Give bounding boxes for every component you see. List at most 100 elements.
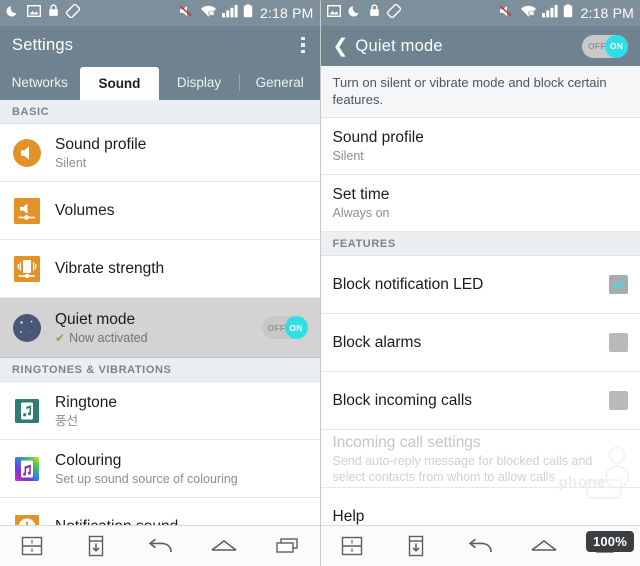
list-item-subtitle: Now activated: [69, 330, 148, 345]
list-item-sound-profile[interactable]: Sound profile Silent: [320, 118, 640, 175]
check-icon: ✔: [55, 330, 66, 345]
dual-window-icon[interactable]: [331, 531, 373, 561]
quiet-mode-master-toggle[interactable]: OFF ON: [582, 34, 628, 58]
vibrate-strength-icon: [12, 254, 42, 284]
list-item-colouring[interactable]: Colouring Set up sound source of colouri…: [0, 440, 320, 498]
moon-icon: [6, 4, 20, 23]
status-right-icons: 2:18 PM: [498, 3, 634, 23]
list-item-help[interactable]: Help: [320, 488, 640, 526]
list-item-text: Set time Always on: [333, 185, 629, 221]
toggle-off-label: OFF: [588, 41, 606, 51]
sound-profile-icon: [12, 138, 42, 168]
list-item-text: Block notification LED: [333, 275, 610, 294]
wifi-secure-icon: [520, 4, 537, 23]
rotation-lock-icon: [386, 3, 401, 23]
list-item-text: Vibrate strength: [55, 259, 308, 278]
home-icon[interactable]: [203, 531, 245, 561]
volumes-icon: [12, 196, 42, 226]
left-phone-screen: 2:18 PM Settings Networks Sound Display …: [0, 0, 320, 566]
list-item-ringtone[interactable]: Ringtone 풍선: [0, 382, 320, 440]
check-icon: [612, 279, 625, 290]
list-item-title: Block notification LED: [332, 276, 484, 293]
mute-icon: [178, 4, 195, 23]
list-item-subtitle: 풍선: [55, 413, 79, 428]
list-item-subtitle: Send auto-reply message for blocked call…: [332, 453, 593, 484]
list-item-subtitle: Silent: [332, 149, 364, 163]
dual-window-icon[interactable]: [11, 531, 53, 561]
list-item-subtitle: Silent: [55, 155, 87, 170]
list-item-title: Vibrate strength: [55, 260, 165, 277]
list-item-title: Block incoming calls: [332, 392, 473, 409]
list-item-notification-sound[interactable]: Notification sound: [0, 498, 320, 525]
list-item-text: Colouring Set up sound source of colouri…: [55, 451, 308, 487]
back-icon[interactable]: [139, 531, 181, 561]
list-item-title: Block alarms: [332, 334, 422, 351]
quiet-mode-description: Turn on silent or vibrate mode and block…: [320, 66, 640, 118]
checkbox-block-incoming-calls[interactable]: [609, 391, 628, 410]
signal-icon: [221, 4, 238, 23]
zoom-level-badge: 100%: [585, 531, 634, 552]
list-item-sound-profile[interactable]: Sound profile Silent: [0, 124, 320, 182]
quiet-mode-toggle[interactable]: OFF ON: [261, 316, 308, 339]
image-icon: [326, 4, 341, 22]
list-item-vibrate-strength[interactable]: Vibrate strength: [0, 240, 320, 298]
toggle-off-label: OFF: [267, 322, 286, 333]
tab-sound[interactable]: Sound: [79, 67, 160, 100]
checkbox-block-notification-led[interactable]: [609, 275, 628, 294]
list-item-title: Help: [332, 507, 365, 525]
list-item-title: Colouring: [55, 451, 122, 469]
list-item-block-notification-led[interactable]: Block notification LED: [320, 256, 640, 314]
right-phone-screen: 2:18 PM ❮ Quiet mode OFF ON Turn on sile…: [319, 0, 640, 566]
list-item-title: Sound profile: [332, 129, 424, 146]
list-item-subtitle-row: ✔ Now activated: [55, 330, 262, 346]
image-icon: [26, 4, 42, 22]
toggle-knob: ON: [284, 316, 308, 339]
list-item-block-incoming-calls[interactable]: Block incoming calls: [320, 372, 640, 430]
section-header-ringtones: RINGTONES & VIBRATIONS: [0, 358, 320, 382]
list-item-incoming-call-settings: Incoming call settings Send auto-reply m…: [320, 430, 640, 488]
list-item-volumes[interactable]: Volumes: [0, 182, 320, 240]
toggle-on-label: ON: [609, 41, 624, 51]
app-bar: ❮ Quiet mode OFF ON: [320, 26, 640, 66]
back-chevron-icon[interactable]: ❮: [333, 37, 349, 56]
capture-plus-icon[interactable]: [395, 531, 437, 561]
list-item-set-time[interactable]: Set time Always on: [320, 175, 640, 232]
status-right-icons: 2:18 PM: [178, 3, 314, 23]
list-item-title: Set time: [332, 186, 390, 203]
tab-networks[interactable]: Networks: [0, 64, 80, 100]
list-item-title: Quiet mode: [55, 310, 136, 328]
list-item-quiet-mode[interactable]: Quiet mode ✔ Now activated OFF ON: [0, 298, 320, 358]
tab-display[interactable]: Display: [159, 64, 239, 100]
battery-icon: [243, 3, 253, 23]
home-icon[interactable]: [523, 531, 565, 561]
list-item-text: Help: [333, 507, 629, 526]
status-bar: 2:18 PM: [0, 0, 320, 26]
dual-screenshot: 2:18 PM Settings Networks Sound Display …: [0, 0, 640, 566]
lock-icon: [48, 4, 59, 22]
back-icon[interactable]: [459, 531, 501, 561]
section-header-features: FEATURES: [320, 232, 640, 256]
list-item-text: Block incoming calls: [333, 391, 610, 410]
list-item-block-alarms[interactable]: Block alarms: [320, 314, 640, 372]
overflow-menu-icon[interactable]: [298, 33, 308, 58]
toggle-on-label: ON: [289, 322, 303, 333]
status-time: 2:18 PM: [580, 5, 634, 21]
tab-general[interactable]: General: [240, 64, 320, 100]
section-header-basic: BASIC: [0, 100, 320, 124]
list-item-text: Ringtone 풍선: [55, 393, 308, 429]
list-item-text: Quiet mode ✔ Now activated: [55, 310, 262, 346]
signal-icon: [542, 4, 559, 23]
status-time: 2:18 PM: [259, 5, 314, 21]
status-bar: 2:18 PM: [320, 0, 640, 26]
list-item-title: Ringtone: [55, 393, 118, 411]
checkbox-block-alarms[interactable]: [609, 333, 628, 352]
capture-plus-icon[interactable]: [75, 531, 117, 561]
quiet-mode-list: Turn on silent or vibrate mode and block…: [320, 66, 640, 526]
recent-apps-icon[interactable]: [267, 531, 309, 561]
list-item-text: Sound profile Silent: [333, 128, 629, 164]
list-item-title: Incoming call settings: [332, 433, 481, 451]
list-item-text: Notification sound: [55, 517, 308, 525]
battery-icon: [563, 3, 573, 23]
colouring-icon: [12, 454, 42, 484]
list-item-title: Notification sound: [55, 517, 308, 525]
